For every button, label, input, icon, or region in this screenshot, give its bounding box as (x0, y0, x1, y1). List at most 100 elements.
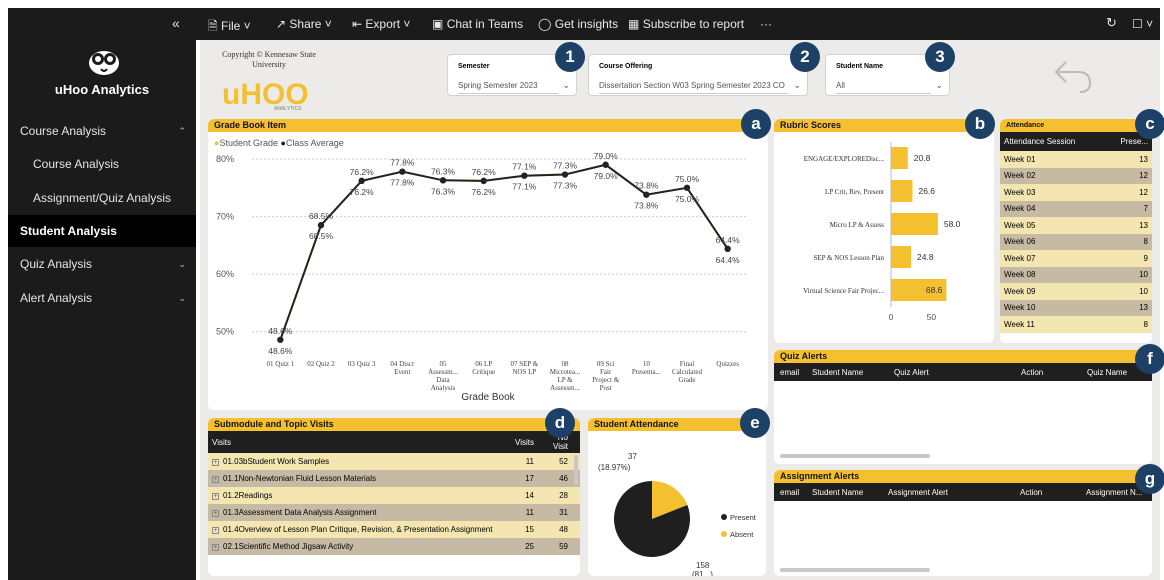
col-student-name[interactable]: Student Name (806, 363, 888, 381)
col-action[interactable]: Action (1015, 363, 1081, 381)
x-tick-label: 08 Microtea... LP & Assessm... (550, 360, 581, 392)
nav-course-analysis[interactable]: Course Analysis ⌃ (8, 115, 196, 147)
col-student-name[interactable]: Student Name (806, 483, 882, 501)
bar-category-label: LP Crit, Rev, Present (825, 188, 884, 196)
present-cell: 8 (1143, 319, 1148, 329)
student-title: Student Name (836, 63, 884, 70)
file-menu[interactable]: 🗎 File ˅ (208, 17, 251, 38)
bar-category-label: Virtual Science Fair Projec... (803, 287, 884, 295)
teams-icon: ▣ (432, 17, 444, 31)
expand-icon[interactable]: + (212, 459, 219, 466)
data-point[interactable] (602, 161, 609, 168)
table-row[interactable]: Week 10 13 (1000, 299, 1152, 316)
x-tick-label: 06 LP Critique (472, 360, 495, 376)
expand-icon[interactable]: + (212, 476, 219, 483)
data-point[interactable] (521, 172, 528, 179)
expand-icon[interactable]: + (212, 544, 219, 551)
present-cell: 9 (1143, 253, 1148, 263)
x-tick-label: 50 (927, 312, 937, 322)
col-assignment-alert[interactable]: Assignment Alert (882, 483, 1014, 501)
table-row[interactable]: Week 11 8 (1000, 316, 1152, 333)
data-label-bottom: 75.0% (675, 194, 700, 204)
col-action[interactable]: Action (1014, 483, 1080, 501)
share-menu[interactable]: ↗ Share ˅ (276, 17, 332, 31)
data-label-bottom: 73.8% (634, 201, 659, 211)
visits-cell: 17 (525, 474, 534, 483)
attendance-title: Attendance (1000, 119, 1152, 132)
rubric-bar[interactable] (891, 213, 938, 235)
table-row[interactable]: Week 04 7 (1000, 200, 1152, 217)
col-email[interactable]: email (774, 363, 806, 381)
subscribe-button[interactable]: ▦ Subscribe to report (628, 17, 744, 31)
back-arrow-icon[interactable] (1052, 56, 1094, 96)
gradebook-card: Grade Book Item ●Student Grade ●Class Av… (208, 119, 768, 410)
data-label-top: 77.3% (553, 161, 578, 171)
data-point[interactable] (358, 177, 365, 185)
reset-icon[interactable]: ↻ (1106, 15, 1117, 31)
table-row[interactable]: Week 05 13 (1000, 217, 1152, 234)
expand-icon[interactable]: + (212, 510, 219, 517)
visit-name-cell: +02.1Scientific Method Jigsaw Activity (212, 542, 354, 551)
expand-icon[interactable]: + (212, 527, 219, 534)
nav-course-analysis-sub[interactable]: Course Analysis (8, 148, 196, 180)
col-email[interactable]: email (774, 483, 806, 501)
visits-cell: 14 (525, 491, 534, 500)
get-insights-button[interactable]: ◯ Get insights (538, 17, 618, 31)
export-label: Export (365, 17, 401, 31)
semester-value: Spring Semester 2023 (458, 81, 558, 94)
table-row[interactable]: Week 06 8 (1000, 233, 1152, 250)
absent-label-pct: (18.97%) (598, 463, 631, 472)
col-quiz-alert[interactable]: Quiz Alert (888, 363, 1015, 381)
data-point[interactable] (643, 191, 650, 198)
nav-quiz-analysis[interactable]: Quiz Analysis ⌄ (8, 248, 196, 280)
table-row[interactable]: Week 03 12 (1000, 184, 1152, 201)
nav-student-analysis[interactable]: Student Analysis (8, 215, 196, 247)
rubric-bar[interactable] (891, 246, 912, 268)
data-point[interactable] (399, 168, 406, 175)
data-point[interactable] (317, 222, 325, 229)
table-row[interactable]: +01.4Overview of Lesson Plan Critique, R… (208, 521, 580, 538)
badge-c: c (1135, 109, 1164, 139)
table-row[interactable]: Week 09 10 (1000, 283, 1152, 300)
data-point[interactable] (683, 184, 691, 191)
col-visits[interactable]: Visits (511, 431, 538, 453)
nav-alert-analysis[interactable]: Alert Analysis ⌄ (8, 282, 196, 314)
table-row[interactable]: +02.1Scientific Method Jigsaw Activity 25… (208, 538, 580, 555)
bookmark-icon[interactable]: ☐ ˅ (1132, 17, 1153, 31)
export-menu[interactable]: ⇤ Export ˅ (352, 17, 410, 31)
visits-cell: 15 (525, 525, 534, 534)
horizontal-scrollbar[interactable] (780, 568, 930, 572)
course-offering-slicer[interactable]: Course Offering Dissertation Section W03… (588, 54, 808, 96)
col-visits-name[interactable]: Visits (208, 431, 511, 453)
vertical-scrollbar[interactable] (574, 455, 578, 485)
table-row[interactable]: Week 02 12 (1000, 167, 1152, 184)
data-point[interactable] (277, 336, 284, 343)
expand-icon[interactable]: + (212, 493, 219, 500)
table-row[interactable]: Week 07 9 (1000, 250, 1152, 267)
data-point[interactable] (439, 177, 447, 184)
data-point[interactable] (561, 171, 569, 178)
nav-assignment-quiz-analysis[interactable]: Assignment/Quiz Analysis (8, 182, 196, 214)
collapse-pane-button[interactable]: « (172, 15, 180, 31)
y-tick-label: 60% (216, 269, 234, 279)
rubric-bar[interactable] (891, 180, 913, 202)
horizontal-scrollbar[interactable] (780, 454, 930, 458)
data-point[interactable] (724, 245, 731, 253)
quiz-alerts-title: Quiz Alerts (774, 350, 1152, 363)
col-session[interactable]: Attendance Session (1000, 132, 1105, 151)
table-row[interactable]: +01.3Assessment Data Analysis Assignment… (208, 504, 580, 521)
rubric-bar[interactable] (891, 147, 908, 169)
data-label-top: 64.4% (716, 235, 741, 245)
more-options-button[interactable]: ··· (760, 17, 772, 31)
attendance-header: Attendance Session Prese... (1000, 132, 1152, 151)
data-label-top: 76.2% (472, 167, 497, 177)
table-row[interactable]: +01.2Readings 14 28 (208, 487, 580, 504)
table-row[interactable]: Week 01 13 (1000, 151, 1152, 168)
data-point[interactable] (480, 177, 487, 185)
bar-value-label: 20.8 (914, 153, 931, 163)
chat-in-teams-button[interactable]: ▣ Chat in Teams (432, 17, 523, 31)
table-row[interactable]: +01.1Non-Newtonian Fluid Lesson Material… (208, 470, 580, 487)
semester-title: Semester (458, 63, 490, 70)
table-row[interactable]: +01.03bStudent Work Samples 11 52 (208, 453, 580, 470)
table-row[interactable]: Week 08 10 (1000, 266, 1152, 283)
